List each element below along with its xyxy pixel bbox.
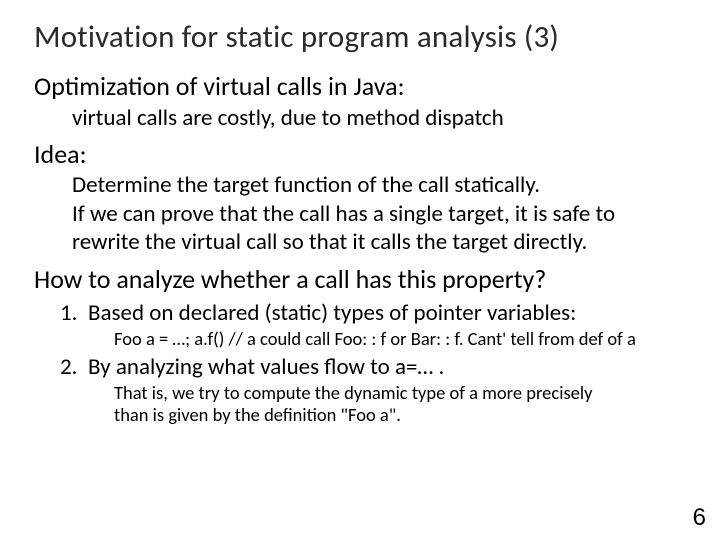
text-virtual-calls-costly: virtual calls are costly, due to method …: [72, 104, 692, 132]
page-number: 6: [693, 504, 706, 532]
list-text-2: By analyzing what values flow to a=… .: [88, 353, 444, 381]
heading-idea: Idea:: [34, 138, 692, 170]
list-item-1: 1. Based on declared (static) types of p…: [60, 299, 692, 327]
idea-line-3: rewrite the virtual call so that it call…: [72, 229, 692, 257]
list-note-2b: than is given by the definition "Foo a".: [114, 404, 692, 425]
slide: Motivation for static program analysis (…: [0, 0, 720, 540]
list-note-1: Foo a = …; a.f() // a could call Foo: : …: [114, 328, 692, 349]
list-note-2a: That is, we try to compute the dynamic t…: [114, 382, 692, 403]
slide-title: Motivation for static program analysis (…: [34, 18, 692, 56]
idea-line-1: Determine the target function of the cal…: [72, 172, 692, 200]
list-item-2: 2. By analyzing what values flow to a=… …: [60, 353, 692, 381]
heading-how-analyze: How to analyze whether a call has this p…: [34, 263, 692, 295]
idea-line-2: If we can prove that the call has a sing…: [72, 201, 692, 229]
list-number-1: 1.: [60, 299, 88, 327]
idea-block: Determine the target function of the cal…: [72, 172, 692, 257]
list-number-2: 2.: [60, 353, 88, 381]
numbered-list: 1. Based on declared (static) types of p…: [60, 299, 692, 426]
list-text-1: Based on declared (static) types of poin…: [88, 299, 576, 327]
heading-optimization: Optimization of virtual calls in Java:: [34, 70, 692, 102]
